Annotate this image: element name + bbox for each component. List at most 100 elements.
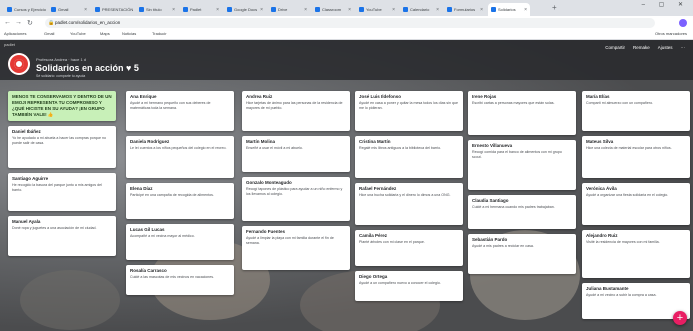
post-card[interactable]: Claudia Santiago Cuidé a mi hermana cuand… [468,195,576,229]
close-tab-icon[interactable]: × [436,7,439,13]
board-title-text: Solidarios en acción [36,63,124,73]
post-card[interactable]: Elena Díaz Participé en una campaña de re… [126,183,234,219]
post-card[interactable]: Fernando Fuentes Ayudé a limpiar la playa… [242,226,350,270]
post-title: Rafael Fernández [359,186,397,191]
tab-label: PRESENTACIÓN [102,7,134,12]
browser-tab[interactable]: Sin título × [136,3,178,16]
browser-tab[interactable]: Classroom × [312,3,354,16]
post-card[interactable]: Verónica Ávila Ayudé a organizar una fies… [582,183,690,225]
post-card[interactable]: Gonzalo Monteagudo Recogí tapones de plás… [242,177,350,221]
post-card[interactable]: Diego Ortega Ayudé a un compañero nuevo a… [355,271,463,301]
post-card[interactable]: Lucas Gil Lucas Acompañé a mi vecina mayo… [126,224,234,260]
post-title: Alejandro Ruiz [586,233,618,238]
post-card[interactable]: Manuel Ayala Doné ropa y juguetes a una a… [8,216,116,256]
tab-label: Drive [278,7,288,12]
post-body: Escribí cartas a personas mayores que es… [472,101,555,105]
browser-tab[interactable]: Google Docs × [224,3,266,16]
tab-label: Solidarios [498,7,516,12]
post-card[interactable]: Ernesto Villanueva Recogí comida para el … [468,140,576,190]
post-body: Yo he ayudado a mi abuela a hacer las co… [12,136,106,145]
remake-button[interactable]: Remake [633,45,650,51]
window-controls[interactable]: – ▢ ✕ [642,1,689,8]
browser-tab[interactable]: YouTube × [356,3,398,16]
bookmark-item[interactable]: Aplicaciones [4,31,26,36]
tab-label: Cursos y Ejercicios [14,7,46,12]
browser-tab[interactable]: PRESENTACIÓN× [92,3,134,16]
post-card[interactable]: Daniel Ibáñez Yo he ayudado a mi abuela a… [8,126,116,168]
tab-favicon-icon [51,7,56,12]
share-button[interactable]: Compartir [605,45,625,51]
post-card[interactable]: MENOS TE CONSERVAMOS Y DENTRO DE UN EMOJ… [8,91,116,121]
browser-toolbar: ← → ↻ 🔒 padlet.com/solidarios_en_accion [0,16,693,30]
tab-favicon-icon [315,7,320,12]
more-button[interactable]: ⋯ [681,45,686,51]
post-card[interactable]: María Elías Compartí mi almuerzo con un c… [582,91,690,131]
browser-tab[interactable]: Solidarios × [488,3,530,16]
tab-favicon-icon [183,7,188,12]
post-card[interactable]: Ana Enrique Ayudé a mi hermano pequeño co… [126,91,234,131]
browser-tab[interactable]: Padlet × [180,3,222,16]
browser-tab[interactable]: Drive × [268,3,310,16]
tab-label: Google Docs [234,7,258,12]
reload-icon[interactable]: ↻ [27,19,33,27]
settings-button[interactable]: Ajustes [658,45,673,51]
tab-label: Formularios [454,7,476,12]
post-card[interactable]: Santiago Aguirre He recogido la basura de… [8,173,116,211]
padlet-board: padlet Profesora Andrea · hace 1 d Solid… [0,40,693,331]
close-tab-icon[interactable]: × [84,7,87,13]
close-tab-icon[interactable]: × [392,7,395,13]
close-tab-icon[interactable]: × [480,7,483,13]
close-tab-icon[interactable]: × [304,7,307,13]
post-body: Enseñé a usar el móvil a mi abuelo. [246,146,303,150]
post-card[interactable]: José Luis Ildefonso Ayudé en casa a poner… [355,91,463,131]
post-card[interactable]: Andrea Ruiz Hice tarjetas de ánimo para l… [242,91,350,131]
bookmark-item[interactable]: Traducir [152,31,167,36]
post-title: Cristina Martín [359,139,391,144]
url-text: padlet.com/solidarios_en_accion [55,20,121,25]
post-body: Planté árboles con mi clase en el parque… [359,240,425,244]
browser-tab[interactable]: Cursos y Ejercicios× [4,3,46,16]
bookmark-item[interactable]: Gmail [44,31,54,36]
add-post-button[interactable]: + [673,311,687,325]
post-body: Ayudé en casa a poner y quitar la mesa t… [359,101,459,110]
post-card[interactable]: Alejandro Ruiz Visité la residencia de ma… [582,230,690,278]
address-bar[interactable]: 🔒 padlet.com/solidarios_en_accion [45,18,655,28]
post-card[interactable]: Camila Pérez Planté árboles con mi clase … [355,230,463,266]
likes-badge: ♥ 5 [126,63,139,73]
post-title: Fernando Fuentes [246,229,286,234]
post-title: Verónica Ávila [586,186,617,191]
other-bookmarks[interactable]: Otros marcadores [655,31,687,36]
post-body: Hice tarjetas de ánimo para las personas… [246,101,343,110]
post-body: Cuidé a las mascotas de mis vecinos en v… [130,275,215,279]
post-title: José Luis Ildefonso [359,94,402,99]
post-card[interactable]: Rosalía Carrasco Cuidé a las mascotas de … [126,265,234,295]
post-card[interactable]: Rafael Fernández Hice una hucha solidaria… [355,183,463,225]
post-card[interactable]: Daniela Rodríguez Le leí cuentos a los ni… [126,136,234,178]
post-title: Manuel Ayala [12,219,41,224]
board-title: Solidarios en acción ♥ 5 [36,63,139,73]
post-card[interactable]: Cristina Martín Regalé mis libros antiguo… [355,136,463,178]
post-card[interactable]: Irene Rojas Escribí cartas a personas may… [468,91,576,135]
forward-icon[interactable]: → [15,19,22,26]
browser-tab[interactable]: Calendario × [400,3,442,16]
browser-tab[interactable]: Formularios × [444,3,486,16]
post-card[interactable]: Sebastián Pardo Ayudé a mis padres a reci… [468,234,576,274]
padlet-brand-label: padlet [4,42,15,47]
bookmark-item[interactable]: YouTube [70,31,86,36]
profile-avatar[interactable] [679,19,687,27]
close-tab-icon[interactable]: × [260,7,263,13]
close-tab-icon[interactable]: × [172,7,175,13]
new-tab-button[interactable]: + [552,3,557,12]
browser-tab[interactable]: Gmail × [48,3,90,16]
close-tab-icon[interactable]: × [524,7,527,13]
post-card[interactable]: Mateus Silva Hice una colecta de material… [582,136,690,178]
background-stone [20,270,120,330]
close-tab-icon[interactable]: × [216,7,219,13]
bookmark-item[interactable]: Noticias [122,31,136,36]
tab-label: Classroom [322,7,342,12]
bookmark-item[interactable]: Maps [100,31,110,36]
post-card[interactable]: Martín Molina Enseñé a usar el móvil a mi… [242,136,350,172]
close-tab-icon[interactable]: × [348,7,351,13]
back-icon[interactable]: ← [4,19,11,26]
post-title: Juliana Bustamante [586,286,629,291]
